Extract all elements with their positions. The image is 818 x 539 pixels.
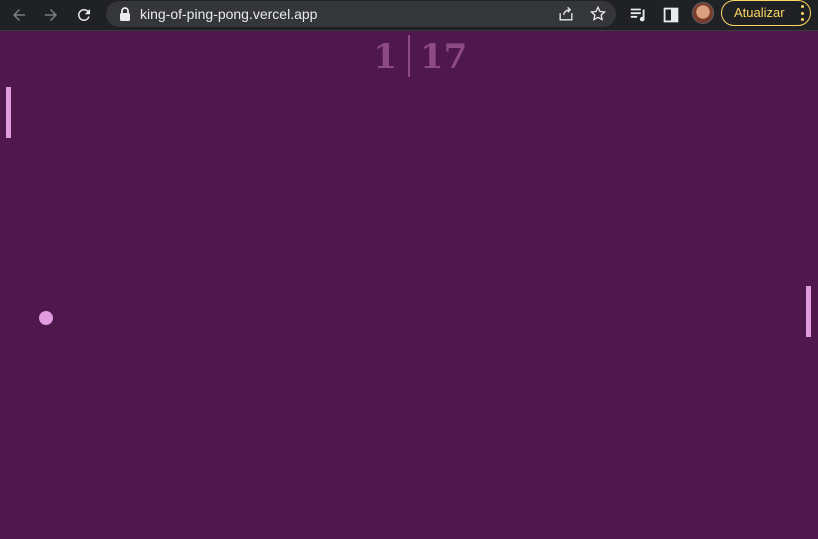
score-divider [408,35,410,77]
reload-button[interactable] [72,3,96,27]
browser-toolbar: king-of-ping-pong.vercel.app Atualizar [0,0,818,31]
url-text[interactable]: king-of-ping-pong.vercel.app [140,5,317,23]
game-area[interactable]: 1 17 [0,31,818,539]
score-left: 1 [373,37,397,77]
star-icon [589,5,607,21]
bookmark-button[interactable] [588,4,608,24]
share-button[interactable] [556,4,576,24]
side-panel-icon [663,7,679,23]
back-button[interactable] [7,3,31,27]
more-icon[interactable] [800,5,804,21]
forward-arrow-icon [45,9,57,21]
avatar[interactable] [692,2,714,24]
update-label: Atualizar [734,5,785,20]
media-control-icon [630,8,645,22]
back-arrow-icon [13,9,25,21]
ball [39,311,53,325]
forward-button[interactable] [39,3,63,27]
side-panel-button[interactable] [660,4,682,26]
score-right: 17 [420,37,468,77]
share-icon [559,6,573,21]
address-bar[interactable]: king-of-ping-pong.vercel.app [106,1,616,27]
media-control-button[interactable] [628,4,650,26]
left-paddle [6,87,11,138]
update-button[interactable]: Atualizar [721,0,811,26]
right-paddle [806,286,811,337]
reload-icon [77,8,90,21]
lock-icon [120,7,130,21]
